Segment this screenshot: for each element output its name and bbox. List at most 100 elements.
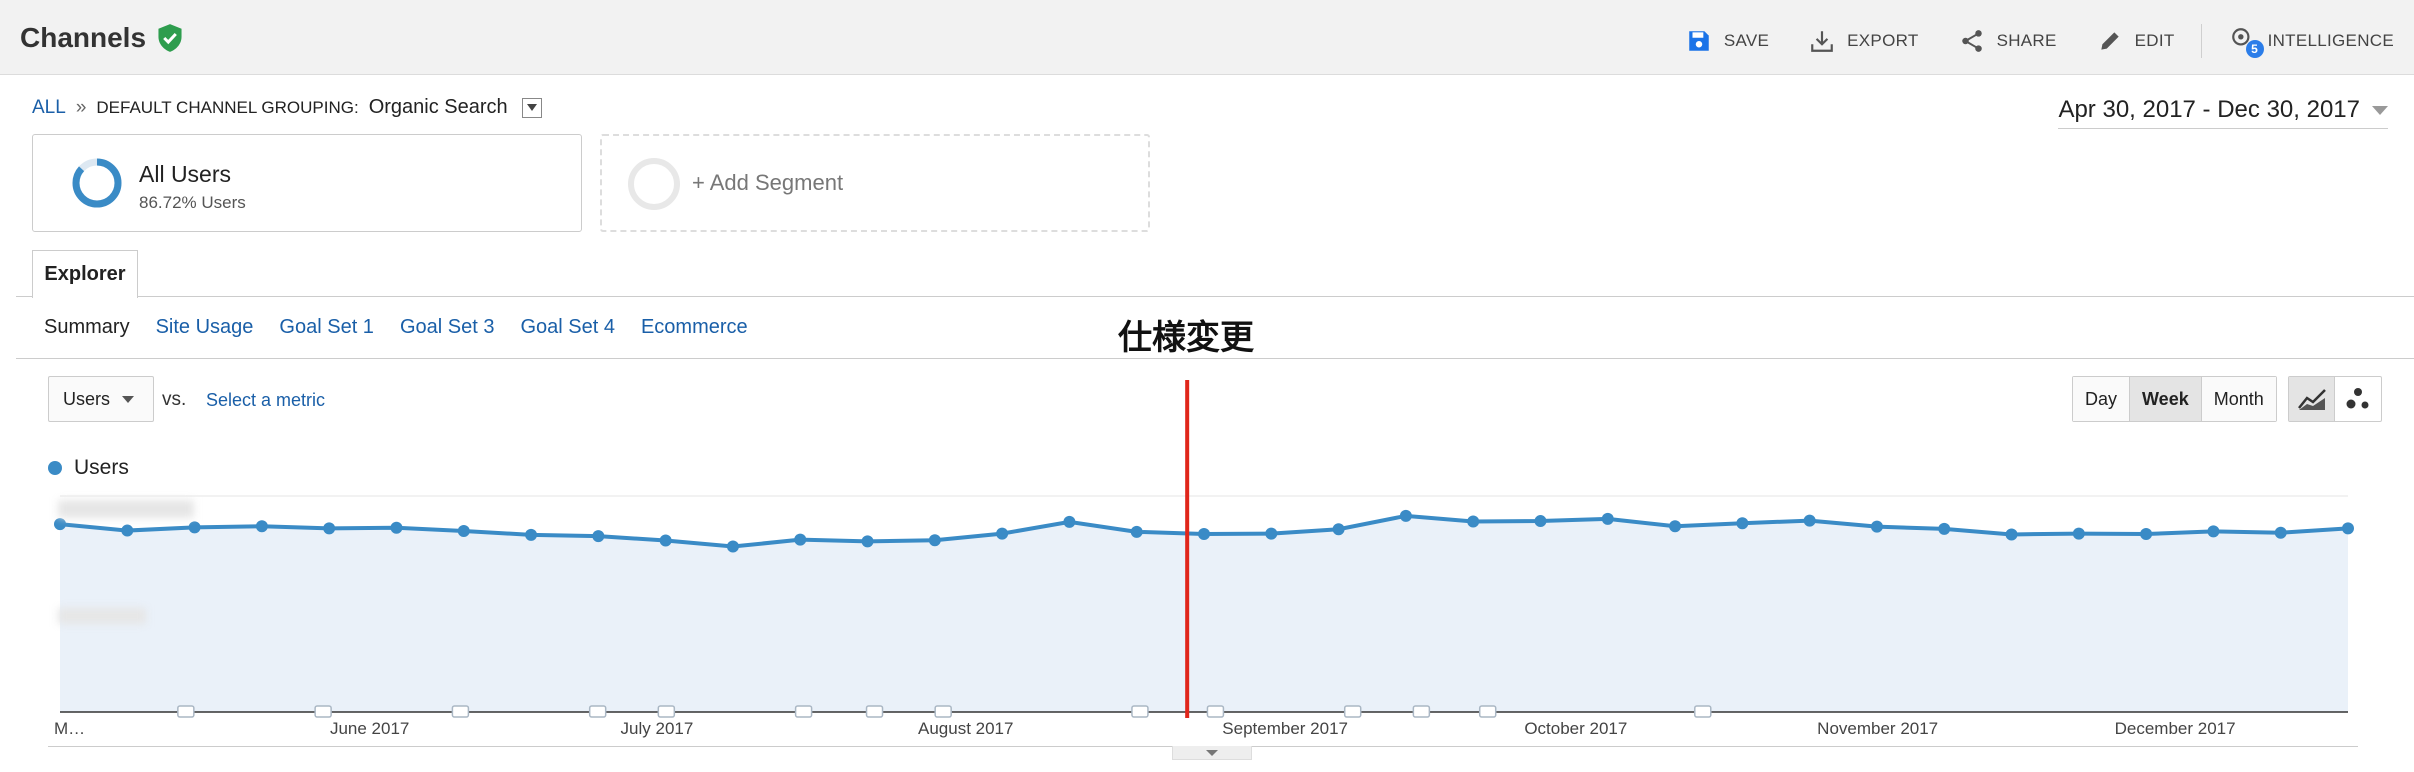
annotation-marker-icon: [177, 705, 195, 718]
grouping-dropdown-button[interactable]: [521, 97, 542, 118]
data-point: [861, 535, 874, 548]
motion-chart-button[interactable]: [2335, 377, 2381, 421]
save-button[interactable]: SAVE: [1686, 28, 1769, 54]
annotation-marker-icon: [865, 705, 884, 718]
data-point: [2005, 528, 2018, 541]
add-segment-button[interactable]: + Add Segment: [600, 134, 1150, 232]
data-point: [726, 540, 739, 553]
data-point: [996, 527, 1009, 540]
annotation-marker-icon: [1206, 705, 1225, 718]
share-icon: [1961, 30, 1982, 52]
add-segment-label: + Add Segment: [692, 170, 844, 195]
annotation-marker-icon: [1694, 705, 1712, 718]
data-point: [928, 534, 941, 547]
page-title-text: Channels: [20, 22, 147, 53]
annotation-marker-icon: [934, 705, 952, 718]
data-point: [1467, 515, 1480, 528]
export-label: EXPORT: [1847, 31, 1919, 50]
y-axis-label-redacted: [58, 608, 146, 624]
explorer-subtabs: Summary Site Usage Goal Set 1 Goal Set 3…: [44, 316, 748, 339]
legend-users-label: Users: [74, 456, 129, 479]
data-point: [2274, 526, 2287, 539]
line-chart-button[interactable]: [2289, 377, 2335, 421]
export-button[interactable]: EXPORT: [1809, 28, 1918, 54]
line-chart-icon: [2297, 389, 2326, 410]
x-axis-tick-label: M…: [54, 719, 85, 738]
subtab-goal-set-1[interactable]: Goal Set 1: [279, 316, 374, 339]
x-axis-tick-label: November 2017: [1817, 719, 1938, 738]
annotation-marker-icon: [588, 705, 607, 718]
edit-label: EDIT: [2134, 31, 2175, 50]
date-range-picker[interactable]: Apr 30, 2017 - Dec 30, 2017: [2058, 96, 2388, 129]
segment-all-users[interactable]: All Users 86.72% Users: [32, 134, 582, 232]
collapse-annotations-button[interactable]: [1172, 746, 1252, 760]
top-bar: Channels SAVE EXPORT SHARE EDIT 5 INTELL…: [0, 0, 2414, 75]
period-toggle: Day Week Month: [2072, 376, 2277, 422]
segment-name: All Users: [139, 161, 232, 187]
y-axis-label-redacted: [58, 500, 194, 518]
bubble-chart-icon: [2346, 388, 2369, 409]
users-area-fill: [60, 515, 2348, 712]
breadcrumb-grouping: DEFAULT CHANNEL GROUPING:: [96, 97, 359, 117]
subtab-ecommerce[interactable]: Ecommerce: [641, 316, 748, 339]
period-month-button[interactable]: Month: [2201, 377, 2276, 421]
x-axis-tick-label: December 2017: [2115, 719, 2236, 738]
chart-type-toggle: [2288, 376, 2382, 422]
x-axis-tick-label: October 2017: [1524, 719, 1627, 738]
share-button[interactable]: SHARE: [1959, 28, 2057, 54]
save-icon: [1689, 31, 1709, 51]
data-point: [592, 530, 605, 543]
chart-legend: Users: [48, 456, 129, 480]
tab-explorer[interactable]: Explorer: [32, 250, 138, 298]
select-metric-link[interactable]: Select a metric: [206, 390, 325, 411]
subtab-goal-set-4[interactable]: Goal Set 4: [520, 316, 615, 339]
chevron-down-icon: [122, 395, 135, 403]
action-divider: [2200, 24, 2202, 58]
data-point: [1803, 514, 1816, 527]
period-week-button[interactable]: Week: [2130, 377, 2202, 421]
data-point: [1265, 527, 1278, 540]
intelligence-count-badge: 5: [2245, 39, 2264, 58]
save-label: SAVE: [1723, 31, 1770, 50]
report-actions: SAVE EXPORT SHARE EDIT 5 INTELLIGENCE: [1646, 24, 2394, 58]
annotation-marker-icon: [657, 705, 676, 718]
data-point: [121, 524, 134, 537]
breadcrumb-all-link[interactable]: ALL: [32, 97, 66, 119]
subtab-site-usage[interactable]: Site Usage: [156, 316, 254, 339]
data-point: [2342, 522, 2354, 535]
page-title: Channels: [20, 22, 184, 54]
breadcrumb-value: Organic Search: [368, 96, 508, 118]
segment-donut-icon: [72, 158, 122, 208]
metric-select[interactable]: Users: [48, 376, 154, 422]
breadcrumb: ALL » DEFAULT CHANNEL GROUPING: Organic …: [32, 96, 542, 119]
subtab-goal-set-3[interactable]: Goal Set 3: [400, 316, 495, 339]
subtab-summary[interactable]: Summary: [44, 316, 130, 339]
data-point: [1332, 523, 1345, 536]
data-point: [1870, 520, 1883, 533]
data-point: [54, 518, 66, 531]
data-point: [1601, 512, 1614, 525]
data-point: [659, 534, 672, 547]
data-point: [2140, 528, 2153, 541]
edit-button[interactable]: EDIT: [2097, 28, 2175, 54]
annotation-marker-icon: [1343, 705, 1362, 718]
intelligence-button[interactable]: 5 INTELLIGENCE: [2230, 26, 2394, 58]
annotation-marker-icon: [451, 705, 470, 718]
annotation-marker-icon: [314, 705, 332, 718]
x-axis-tick-label: June 2017: [330, 719, 409, 738]
period-day-button[interactable]: Day: [2073, 377, 2131, 421]
annotation-label: 仕様変更: [1118, 319, 1254, 357]
annotation-marker-icon: [1131, 705, 1149, 718]
data-point: [255, 520, 268, 533]
add-segment-circle-icon: [628, 158, 680, 210]
share-label: SHARE: [1996, 31, 2057, 50]
data-point: [1736, 517, 1749, 530]
data-point: [2207, 525, 2220, 538]
legend-users-swatch: [48, 461, 62, 475]
breadcrumb-separator: »: [75, 96, 87, 118]
data-point: [1399, 509, 1412, 522]
verified-shield-icon: [158, 24, 182, 52]
data-point: [794, 533, 807, 546]
x-axis-tick-label: August 2017: [918, 719, 1013, 738]
intelligence-label: INTELLIGENCE: [2267, 31, 2394, 50]
